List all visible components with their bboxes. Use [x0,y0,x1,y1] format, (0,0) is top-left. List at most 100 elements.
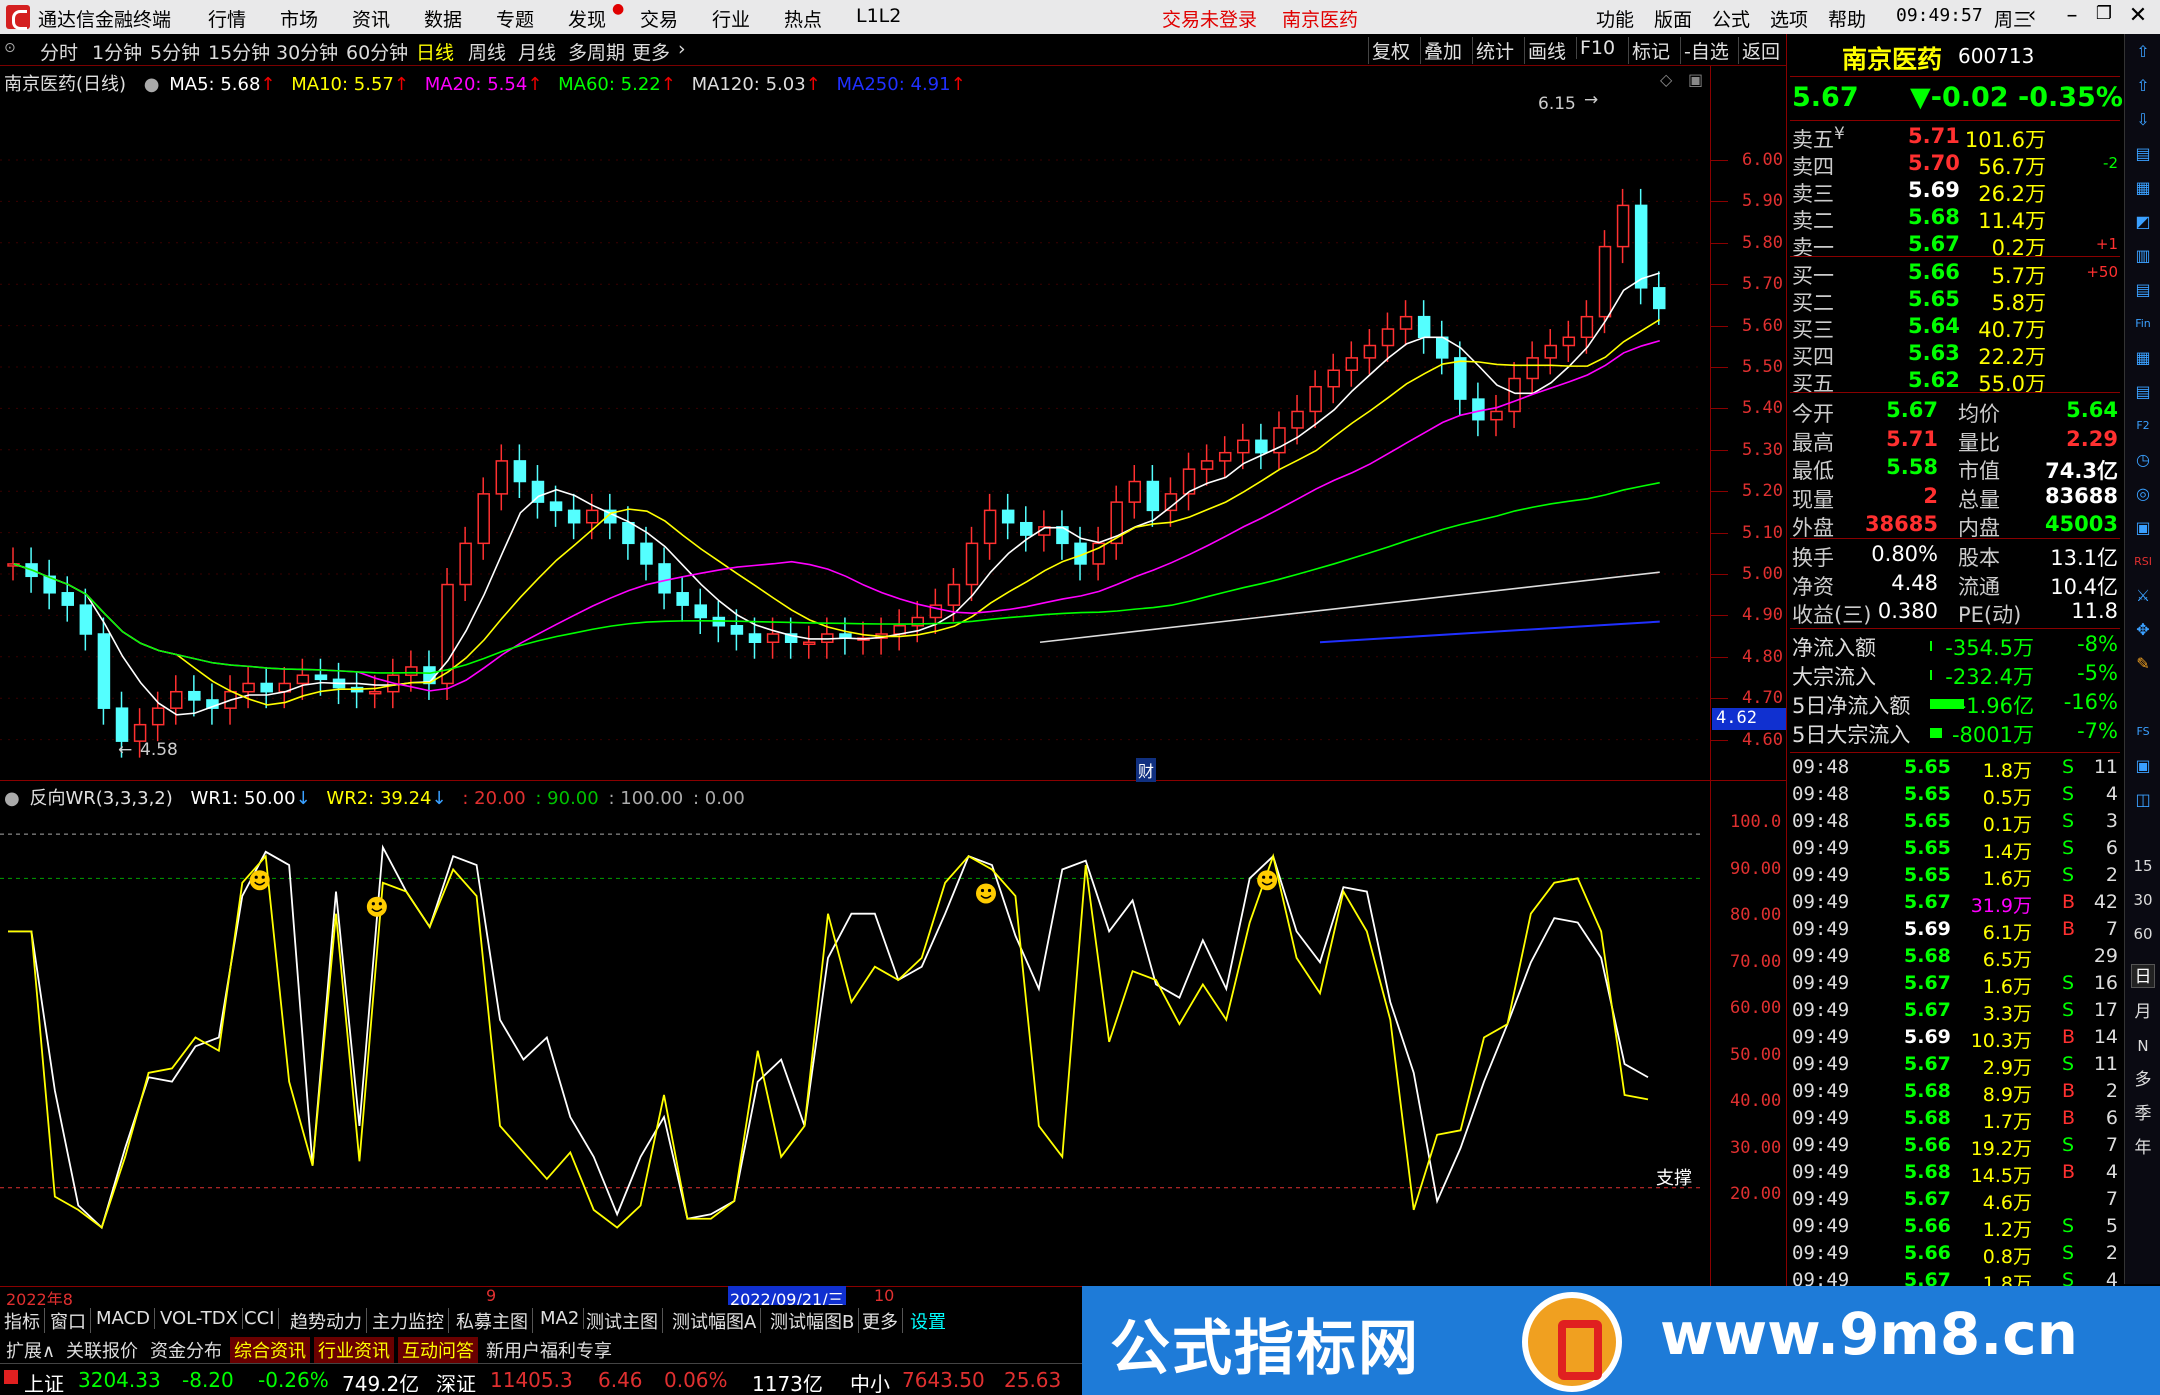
trade-login-status[interactable]: 交易未登录 [1162,5,1257,32]
panel-toggle-icon[interactable]: ▣ [1688,70,1703,89]
info-tab[interactable]: 资金分布 [146,1337,226,1363]
menu-gongneng[interactable]: 功能 [1596,5,1634,32]
sh-label[interactable]: 上证 [24,1368,64,1395]
indicator-tab[interactable]: 趋势动力 [290,1308,367,1334]
bid-row[interactable]: 买五 5.62 55.0万 [1790,368,2120,396]
tile-icon[interactable]: ▦ [2131,346,2155,370]
menu-redian[interactable]: 热点 [784,5,822,32]
period-year-side[interactable]: 年 [2131,1136,2155,1160]
f2-icon[interactable]: F2 [2131,414,2155,438]
bid-row[interactable]: 买三 5.64 40.7万 [1790,314,2120,342]
tool-fanhui[interactable]: 返回 [1738,37,1783,64]
table-icon[interactable]: ▤ [2131,278,2155,302]
menu-bangzhu[interactable]: 帮助 [1828,5,1866,32]
tool-zixuan[interactable]: -自选 [1680,37,1732,64]
period-more[interactable]: 更多 [632,38,670,65]
kline-icon[interactable]: ▥ [2131,244,2155,268]
list-icon[interactable]: ▤ [2131,142,2155,166]
tool-tongji[interactable]: 统计 [1472,37,1517,64]
tick-row[interactable]: 09:49 5.67 2.9万 S 11 [1790,1053,2120,1080]
indicator-tab[interactable]: 私募主图 [456,1308,533,1334]
window-icon[interactable]: ▣ [2131,754,2155,778]
tool-f10[interactable]: F10 [1576,37,1618,59]
ask-row[interactable]: 卖三 5.69 26.2万 [1790,178,2120,206]
period-60min[interactable]: 60分钟 [346,38,408,65]
wr-chart[interactable] [0,800,1708,1284]
indicator-tab[interactable]: CCI [244,1308,280,1329]
tool-diejia[interactable]: 叠加 [1420,37,1465,64]
collapse-icon[interactable]: ⊙ [4,40,16,56]
period-month-side[interactable]: 月 [2131,1000,2155,1024]
tick-row[interactable]: 09:49 5.68 8.9万 B 2 [1790,1080,2120,1107]
tick-row[interactable]: 09:49 5.67 31.9万 B 42 [1790,891,2120,918]
doc-icon[interactable]: ▤ [2131,380,2155,404]
tick-row[interactable]: 09:49 5.67 3.3万 S 17 [1790,999,2120,1026]
info-tab[interactable]: 行业资讯 [314,1337,394,1363]
period-15min[interactable]: 15分钟 [208,38,270,65]
financial-mark[interactable]: 财 [1136,758,1157,782]
diamond-icon[interactable]: ◇ [1660,70,1672,89]
menu-xuanxiang[interactable]: 选项 [1770,5,1808,32]
menu-banmian[interactable]: 版面 [1654,5,1692,32]
zx-label[interactable]: 中小 [850,1368,890,1395]
menu-hangye[interactable]: 行业 [712,5,750,32]
indicator-tab[interactable]: VOL-TDX [160,1308,243,1329]
period-30min[interactable]: 30分钟 [276,38,338,65]
up-arrow-icon[interactable]: ⇧ [2131,40,2155,64]
menu-zixun[interactable]: 资讯 [352,5,390,32]
tick-row[interactable]: 09:49 5.66 1.2万 S 5 [1790,1215,2120,1242]
indicator-tab[interactable]: 测试主图 [586,1308,663,1334]
indicator-tab[interactable]: 更多 [862,1308,903,1334]
close-icon[interactable]: ✕ [2120,3,2156,31]
menu-shuju[interactable]: 数据 [424,5,462,32]
tick-row[interactable]: 09:49 5.67 4.6万 7 [1790,1188,2120,1215]
info-tab[interactable]: 互动问答 [398,1337,478,1363]
period-quarter-side[interactable]: 季 [2131,1102,2155,1126]
tick-row[interactable]: 09:49 5.69 6.1万 B 7 [1790,918,2120,945]
minimize-icon[interactable]: – [2054,3,2090,31]
tick-row[interactable]: 09:49 5.68 6.5万 29 [1790,945,2120,972]
tick-row[interactable]: 09:49 5.65 1.4万 S 6 [1790,837,2120,864]
ask-row[interactable]: 卖二 5.68 11.4万 [1790,205,2120,233]
indicator-tab[interactable]: 指标 [4,1308,45,1334]
bid-row[interactable]: 买一 5.66 5.7万 +50 [1790,260,2120,288]
box-icon[interactable]: ▣ [2131,516,2155,540]
indicator-tab[interactable]: 测试幅图A [672,1308,762,1334]
period-15-side[interactable]: 15 [2131,854,2155,878]
indicator-tab[interactable]: 主力监控 [372,1308,449,1334]
indicator-tab[interactable]: MA2 [540,1308,585,1329]
period-30-side[interactable]: 30 [2131,888,2155,912]
back-icon[interactable]: ‹ [2014,3,2050,31]
move-icon[interactable]: ✥ [2131,618,2155,642]
tick-row[interactable]: 09:49 5.68 1.7万 B 6 [1790,1107,2120,1134]
indicator-tab[interactable]: 窗口 [50,1308,91,1334]
clock-icon[interactable]: ◷ [2131,448,2155,472]
bid-row[interactable]: 买二 5.65 5.8万 [1790,287,2120,315]
fs-icon[interactable]: FS [2131,720,2155,744]
tool-huaxian[interactable]: 画线 [1524,37,1569,64]
down-icon[interactable]: ⇩ [2131,108,2155,132]
info-tab[interactable]: 新用户福利专享 [482,1337,616,1363]
grid-icon[interactable]: ▦ [2131,176,2155,200]
candlestick-chart[interactable] [0,90,1708,780]
period-multi-side[interactable]: 多 [2131,1068,2155,1092]
tick-row[interactable]: 09:49 5.69 10.3万 B 14 [1790,1026,2120,1053]
tick-row[interactable]: 09:49 5.66 0.8万 S 2 [1790,1242,2120,1269]
ask-row[interactable]: 卖一 5.67 0.2万 +1 [1790,232,2120,260]
menu-jiaoyi[interactable]: 交易 [640,5,678,32]
menu-l1l2[interactable]: L1L2 [856,5,901,27]
period-more-arrow-icon[interactable]: › [678,38,686,60]
fin-icon[interactable]: Fin [2131,312,2155,336]
period-multi[interactable]: 多周期 [568,38,625,65]
period-5min[interactable]: 5分钟 [150,38,200,65]
tick-row[interactable]: 09:48 5.65 0.5万 S 4 [1790,783,2120,810]
indicator-tab[interactable]: MACD [96,1308,155,1329]
restore-icon[interactable]: ❐ [2086,3,2122,31]
sword-icon[interactable]: ⚔ [2131,584,2155,608]
square-icon[interactable]: ◫ [2131,788,2155,812]
period-daily[interactable]: 日线 [416,38,454,65]
indicator-tab[interactable]: 设置 [910,1308,950,1334]
pencil-icon[interactable]: ✎ [2131,652,2155,676]
tool-biaoji[interactable]: 标记 [1628,37,1673,64]
info-tab[interactable]: 关联报价 [62,1337,142,1363]
